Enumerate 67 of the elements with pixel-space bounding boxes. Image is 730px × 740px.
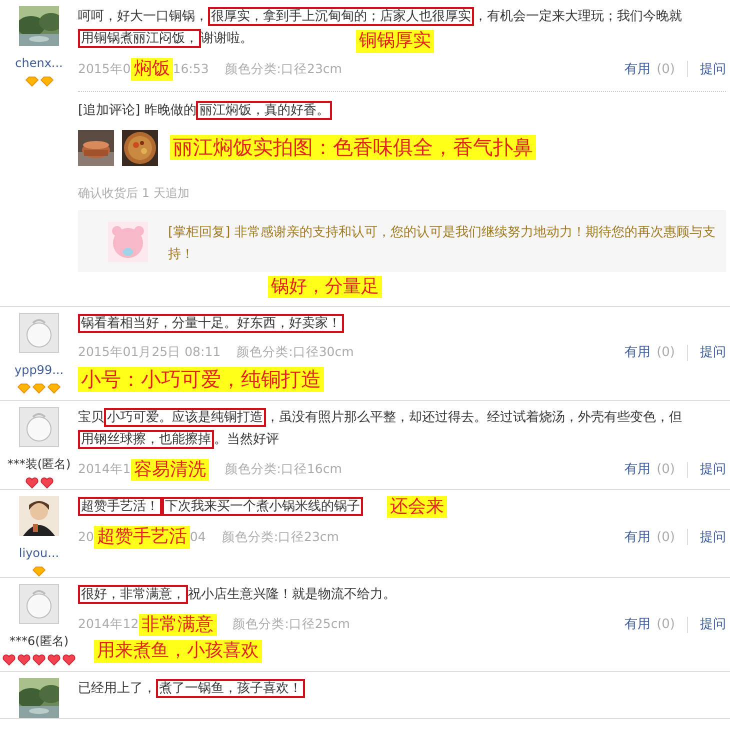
appended-review-text: [追加评论] 昨晚做的 丽江焖饭，真的好香。: [78, 100, 726, 122]
review-date: 2015年0: [78, 60, 131, 78]
review-text: 超赞手艺活！ 下次我来买一个煮小锅米线的锅子: [78, 496, 363, 518]
username[interactable]: ypp99...: [14, 361, 64, 379]
diamond-icon: [17, 383, 31, 394]
review-date: 16:53: [172, 60, 209, 78]
useful-link[interactable]: 有用: [624, 528, 651, 547]
annotation-label: 超赞手艺活: [94, 526, 190, 548]
useful-link[interactable]: 有用: [624, 343, 651, 362]
review-date: 2015年01月25日 08:11: [78, 343, 221, 362]
annotation-label: 小号：小巧可爱，纯铜打造: [78, 366, 324, 392]
useful-count: (0): [656, 616, 675, 634]
review-text: 很好，非常满意， 祝小店生意兴隆！就是物流不给力。: [78, 584, 396, 606]
username: ***6(匿名): [10, 632, 68, 650]
heart-icon: [24, 476, 38, 488]
heart-icon: [32, 654, 46, 666]
review-date: 04: [190, 528, 206, 546]
ask-link[interactable]: 提问: [700, 528, 726, 547]
review-date: 20: [78, 528, 94, 546]
product-spec: 颜色分类:口径30cm: [236, 343, 354, 362]
diamond-icon: [40, 76, 54, 87]
heart-icon: [17, 654, 31, 666]
annotation-label: 还会来: [387, 496, 447, 518]
review-date: 2014年1: [78, 460, 131, 478]
annotation-label: 非常满意: [138, 614, 217, 636]
heart-icon: [62, 654, 76, 666]
annotation-label: 丽江焖饭实拍图：色香味俱全，香气扑鼻: [170, 135, 536, 160]
diamond-icon: [32, 383, 46, 394]
username: ***装(匿名): [7, 456, 71, 472]
useful-link[interactable]: 有用: [624, 460, 651, 480]
useful-link[interactable]: 有用: [624, 60, 651, 79]
annotation-label: 容易清洗: [130, 458, 209, 481]
diamond-icon: [24, 76, 38, 87]
heart-icon: [40, 476, 54, 488]
product-spec: 颜色分类:口径16cm: [224, 460, 342, 478]
default-avatar-icon: [19, 313, 59, 353]
review-date: 2014年12: [78, 615, 139, 634]
ask-link[interactable]: 提问: [700, 615, 726, 634]
review-text: 宝贝 小巧可爱。应该是纯铜打造 ，虽没有照片那么平整，却还过得去。经过试着烧汤，外壳有些变色，但 用钢丝球擦，也能擦掉 。当然好评: [78, 406, 683, 450]
useful-link[interactable]: 有用: [624, 615, 651, 634]
annotation-label: 焖饭: [130, 58, 173, 80]
annotation-label: 用来煮鱼，小孩喜欢: [94, 640, 262, 662]
username[interactable]: chenx...: [15, 54, 63, 72]
ask-link[interactable]: 提问: [700, 343, 726, 362]
product-spec: 颜色分类:口径25cm: [232, 615, 350, 634]
useful-count: (0): [656, 528, 675, 546]
username[interactable]: liyou...: [18, 544, 60, 562]
ask-link[interactable]: 提问: [700, 60, 726, 79]
seller-reply-text: [掌柜回复] 非常感谢亲的支持和认可，您的认可是我们继续努力地动力！期待您的再次惠顾与支持！: [168, 224, 716, 264]
review-text: 锅看着相当好，分量十足。好东西，好卖家！: [78, 313, 344, 335]
default-avatar-icon: [19, 584, 59, 624]
review-text: 已经用上了， 煮了一锅鱼，孩子喜欢！: [78, 678, 305, 700]
default-avatar-icon: [19, 406, 59, 446]
diamond-icon: [47, 383, 61, 394]
useful-count: (0): [656, 461, 675, 479]
product-spec: 颜色分类:口径23cm: [224, 60, 342, 78]
ask-link[interactable]: 提问: [700, 460, 726, 480]
heart-icon: [47, 654, 61, 666]
useful-count: (0): [656, 60, 675, 78]
product-spec: 颜色分类:口径23cm: [222, 528, 339, 546]
annotation-label: 锅好，分量足: [268, 276, 382, 298]
diamond-icon: [32, 566, 46, 576]
annotation-label: 铜锅厚实: [356, 30, 434, 52]
seller-avatar-icon: [108, 222, 148, 262]
append-note: 确认收货后 1 天追加: [78, 184, 190, 202]
useful-count: (0): [656, 344, 675, 362]
heart-icon: [2, 654, 16, 666]
